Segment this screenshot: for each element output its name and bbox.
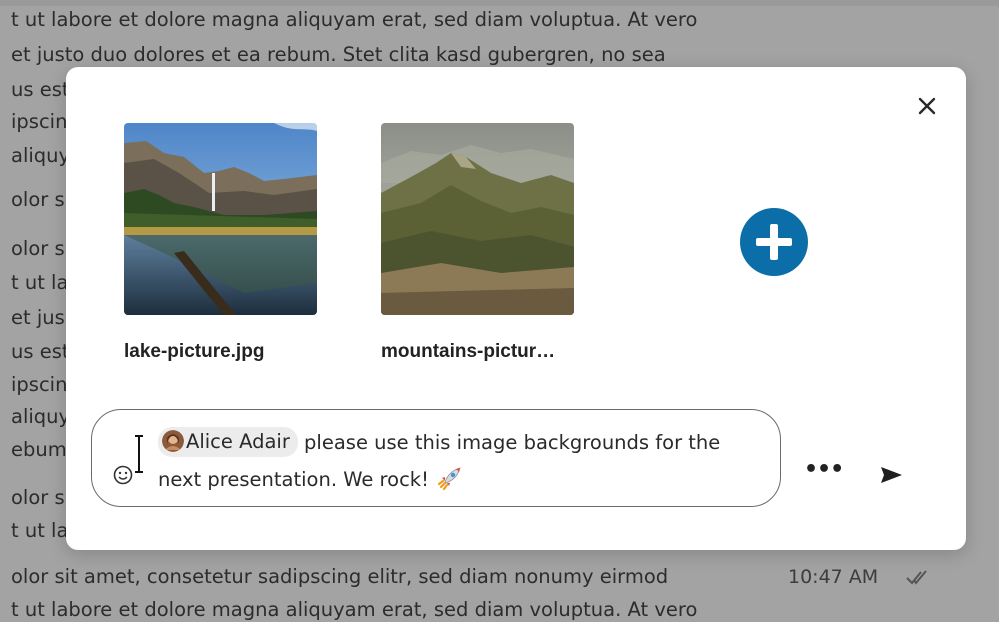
mountains-image bbox=[381, 123, 574, 315]
chat-line: olor s bbox=[11, 188, 65, 211]
chat-line: t ut labore et dolore magna aliquyam era… bbox=[11, 598, 698, 621]
chat-line: et jus bbox=[11, 306, 65, 329]
lake-image bbox=[124, 123, 317, 315]
plus-circle-icon[interactable] bbox=[740, 208, 808, 276]
message-line-2: next presentation. We rock! bbox=[158, 468, 436, 491]
rocket-icon bbox=[438, 467, 462, 491]
attachment-thumbnail-lake[interactable] bbox=[124, 123, 317, 315]
mention-chip[interactable]: Alice Adair bbox=[158, 427, 298, 457]
message-timestamp: 10:47 AM bbox=[788, 566, 879, 588]
chat-line: et justo duo dolores et ea rebum. Stet c… bbox=[11, 43, 666, 66]
more-icon[interactable]: ••• bbox=[804, 459, 844, 487]
chat-line: olor s bbox=[11, 237, 65, 260]
chat-line: ebum. bbox=[11, 438, 73, 461]
chat-line: t ut la bbox=[11, 519, 69, 542]
message-text[interactable]: Alice Adair please use this image backgr… bbox=[158, 424, 758, 498]
attachment-filename: lake-picture.jpg bbox=[124, 341, 265, 362]
chat-line: ipscin bbox=[11, 110, 68, 133]
avatar bbox=[162, 430, 184, 452]
attachment-dialog: lake-picture.jpg mountains-pictur… Alice… bbox=[66, 67, 966, 550]
mention-name: Alice Adair bbox=[186, 430, 290, 453]
top-strip bbox=[0, 0, 999, 6]
message-line-1: please use this image backgrounds for th… bbox=[297, 431, 721, 454]
chat-line: olor s bbox=[11, 486, 65, 509]
attachment-thumbnail-mountains[interactable] bbox=[381, 123, 574, 315]
chat-line: ipscin bbox=[11, 373, 68, 396]
chat-line: t ut la bbox=[11, 271, 69, 294]
text-cursor-icon bbox=[135, 435, 143, 473]
chat-line: t ut labore et dolore magna aliquyam era… bbox=[11, 8, 698, 31]
smiley-icon[interactable] bbox=[112, 464, 134, 486]
send-icon[interactable] bbox=[876, 463, 906, 487]
chat-line: aliquy bbox=[11, 405, 71, 428]
chat-line: olor sit amet, consetetur sadipscing eli… bbox=[11, 565, 669, 588]
chat-line: us est bbox=[11, 340, 70, 363]
chat-line: aliquy bbox=[11, 144, 71, 167]
close-icon[interactable] bbox=[912, 91, 942, 121]
chat-line: us est bbox=[11, 78, 70, 101]
message-composer[interactable]: Alice Adair please use this image backgr… bbox=[91, 409, 781, 507]
attachment-filename: mountains-pictur… bbox=[381, 341, 556, 362]
double-check-icon bbox=[906, 570, 927, 585]
